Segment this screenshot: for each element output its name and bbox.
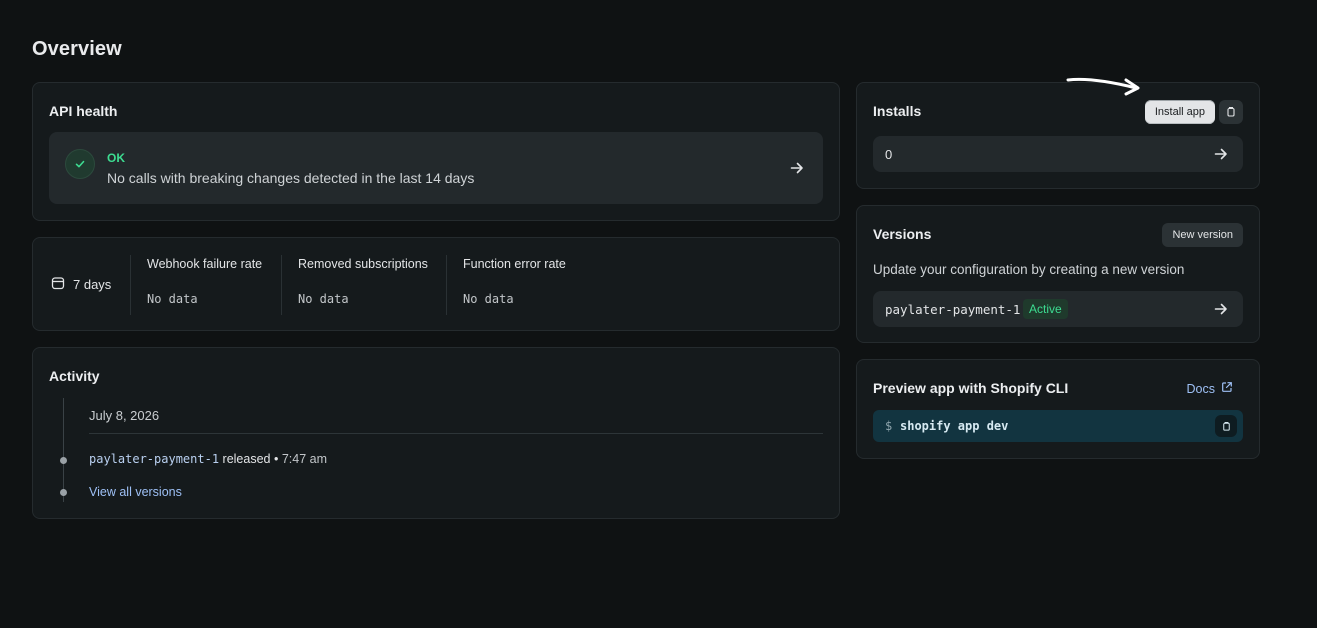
annotation-arrow-icon [1066, 78, 1140, 96]
check-icon [65, 149, 95, 179]
timeline-dot [60, 457, 67, 464]
activity-entry: paylater-payment-1 released • 7:47 am [89, 452, 327, 466]
preview-title: Preview app with Shopify CLI [873, 380, 1069, 396]
metric-label: Removed subscriptions [298, 257, 428, 271]
metrics-card: 7 days Webhook failure rate No data Remo… [32, 237, 840, 331]
timeline-line [63, 398, 64, 502]
installs-title: Installs [873, 103, 922, 119]
metric-divider [281, 255, 282, 315]
new-version-button[interactable]: New version [1162, 223, 1243, 247]
activity-action: released [222, 452, 271, 466]
docs-label: Docs [1186, 381, 1215, 396]
calendar-icon [51, 276, 65, 293]
arrow-right-icon[interactable] [1211, 299, 1231, 319]
versions-card: Versions New version Update your configu… [856, 205, 1260, 343]
versions-description: Update your configuration by creating a … [873, 262, 1185, 277]
metric-label: Webhook failure rate [147, 257, 263, 271]
view-all-versions-link[interactable]: View all versions [89, 485, 182, 499]
api-health-card: API health OK No calls with breaking cha… [32, 82, 840, 221]
installs-row[interactable]: 0 [873, 136, 1243, 172]
version-name: paylater-payment-1 [885, 302, 1021, 317]
timeline-dot [60, 489, 67, 496]
arrow-right-icon[interactable] [787, 158, 807, 178]
version-row[interactable]: paylater-payment-1 Active [873, 291, 1243, 327]
docs-link[interactable]: Docs [1187, 381, 1233, 396]
metric-value: No data [463, 292, 514, 306]
activity-time: 7:47 am [281, 452, 328, 466]
activity-date: July 8, 2026 [89, 408, 160, 423]
installs-count: 0 [885, 147, 893, 162]
cli-command: shopify app dev [900, 419, 1009, 433]
status-badge: Active [1023, 299, 1068, 319]
metric-label: Function error rate [463, 257, 566, 271]
api-health-status: OK [107, 151, 125, 165]
activity-separator: • [273, 452, 279, 466]
api-health-title: API health [49, 103, 118, 119]
api-health-description: No calls with breaking changes detected … [107, 170, 475, 186]
activity-version-link[interactable]: paylater-payment-1 [89, 452, 219, 466]
cli-prompt: $ [885, 419, 893, 433]
divider [89, 433, 823, 434]
versions-title: Versions [873, 226, 932, 242]
installs-card: Installs Install app 0 [856, 82, 1260, 189]
preview-card: Preview app with Shopify CLI Docs $ shop… [856, 359, 1260, 459]
install-app-button[interactable]: Install app [1144, 100, 1215, 124]
metric-value: No data [147, 292, 198, 306]
copy-icon[interactable] [1215, 415, 1237, 437]
metric-divider [446, 255, 447, 315]
copy-icon[interactable] [1219, 100, 1243, 124]
metric-divider [130, 255, 131, 315]
activity-title: Activity [49, 368, 100, 384]
external-link-icon [1221, 381, 1233, 396]
date-range-button[interactable]: 7 days [51, 276, 111, 293]
api-health-status-row[interactable]: OK No calls with breaking changes detect… [49, 132, 823, 204]
arrow-right-icon[interactable] [1211, 144, 1231, 164]
page-title: Overview [32, 38, 122, 60]
activity-card: Activity July 8, 2026 paylater-payment-1… [32, 347, 840, 519]
cli-command-box: $ shopify app dev [873, 410, 1243, 442]
date-range-label: 7 days [73, 277, 112, 292]
metric-value: No data [298, 292, 349, 306]
